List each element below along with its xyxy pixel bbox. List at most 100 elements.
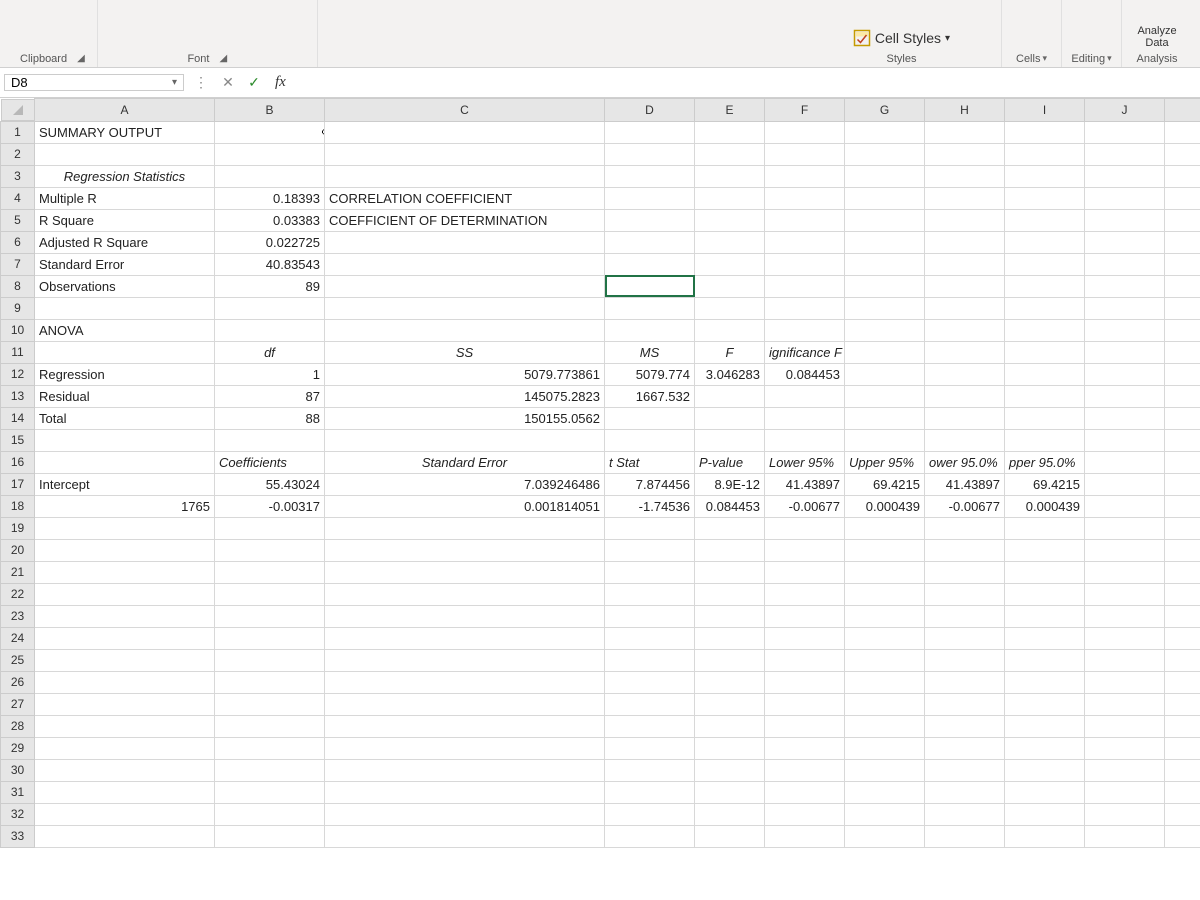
cell[interactable]: [765, 407, 845, 429]
cell[interactable]: [695, 759, 765, 781]
cell[interactable]: [605, 759, 695, 781]
cell[interactable]: [765, 649, 845, 671]
cell[interactable]: [695, 275, 765, 297]
cell[interactable]: [215, 825, 325, 847]
cell[interactable]: [215, 737, 325, 759]
cell[interactable]: [605, 561, 695, 583]
cell[interactable]: [215, 165, 325, 187]
cell[interactable]: [605, 429, 695, 451]
cell[interactable]: [1085, 363, 1165, 385]
cell[interactable]: -0.00677: [925, 495, 1005, 517]
cell[interactable]: [695, 539, 765, 561]
cell[interactable]: [325, 319, 605, 341]
cell[interactable]: [765, 165, 845, 187]
cell[interactable]: [845, 649, 925, 671]
cell[interactable]: [925, 583, 1005, 605]
cell[interactable]: [695, 297, 765, 319]
row-header[interactable]: 33: [1, 825, 35, 847]
cell[interactable]: [1005, 407, 1085, 429]
cell[interactable]: [605, 803, 695, 825]
row-header[interactable]: 6: [1, 231, 35, 253]
cell[interactable]: [1165, 341, 1200, 363]
cell[interactable]: [605, 165, 695, 187]
cell[interactable]: [1165, 209, 1200, 231]
cell[interactable]: 89: [215, 275, 325, 297]
cell[interactable]: [215, 803, 325, 825]
cell[interactable]: [925, 715, 1005, 737]
cell[interactable]: [695, 253, 765, 275]
cell[interactable]: [845, 429, 925, 451]
cell[interactable]: [325, 825, 605, 847]
cell[interactable]: [215, 693, 325, 715]
cell[interactable]: [1165, 363, 1200, 385]
cell[interactable]: [605, 649, 695, 671]
col-header[interactable]: J: [1085, 99, 1165, 122]
cell[interactable]: [845, 165, 925, 187]
fx-label[interactable]: fx: [267, 74, 294, 91]
cell[interactable]: 40.83543: [215, 253, 325, 275]
cell[interactable]: [325, 803, 605, 825]
cell[interactable]: [845, 671, 925, 693]
row-header[interactable]: 5: [1, 209, 35, 231]
cell[interactable]: [765, 517, 845, 539]
cell[interactable]: [765, 825, 845, 847]
cell[interactable]: [215, 517, 325, 539]
cell[interactable]: [765, 429, 845, 451]
cell[interactable]: 145075.2823: [325, 385, 605, 407]
cell[interactable]: [845, 605, 925, 627]
cell[interactable]: [605, 231, 695, 253]
cell[interactable]: [605, 187, 695, 209]
cell[interactable]: [325, 429, 605, 451]
cell[interactable]: [925, 143, 1005, 165]
cell[interactable]: [765, 143, 845, 165]
cell[interactable]: [695, 429, 765, 451]
cell[interactable]: [1005, 187, 1085, 209]
cell[interactable]: [695, 319, 765, 341]
row-header[interactable]: 30: [1, 759, 35, 781]
enter-button[interactable]: ✓: [241, 74, 267, 91]
cell[interactable]: 0.03383: [215, 209, 325, 231]
cell[interactable]: [35, 671, 215, 693]
cell[interactable]: [1085, 715, 1165, 737]
cell[interactable]: [925, 275, 1005, 297]
cell[interactable]: [605, 319, 695, 341]
cell[interactable]: [1085, 385, 1165, 407]
cell[interactable]: [35, 803, 215, 825]
cell[interactable]: [925, 297, 1005, 319]
cell[interactable]: 5079.774: [605, 363, 695, 385]
cell[interactable]: [845, 297, 925, 319]
cell[interactable]: [925, 605, 1005, 627]
cell[interactable]: [325, 781, 605, 803]
cell[interactable]: 88: [215, 407, 325, 429]
cell[interactable]: [1165, 121, 1200, 143]
name-box-dropdown-icon[interactable]: ▾: [172, 77, 177, 88]
cell[interactable]: [1085, 209, 1165, 231]
cell[interactable]: [215, 143, 325, 165]
cell[interactable]: [1005, 209, 1085, 231]
cell[interactable]: [325, 671, 605, 693]
cell[interactable]: Adjusted R Square: [35, 231, 215, 253]
cell[interactable]: [925, 319, 1005, 341]
cell[interactable]: [1005, 781, 1085, 803]
row-header[interactable]: 15: [1, 429, 35, 451]
cell[interactable]: Multiple R: [35, 187, 215, 209]
row-header[interactable]: 3: [1, 165, 35, 187]
cell[interactable]: 1765: [35, 495, 215, 517]
cell[interactable]: [695, 715, 765, 737]
cell[interactable]: [845, 275, 925, 297]
cell[interactable]: [1085, 737, 1165, 759]
cell[interactable]: [1085, 671, 1165, 693]
cell[interactable]: [605, 539, 695, 561]
cell[interactable]: [695, 231, 765, 253]
cell[interactable]: [325, 583, 605, 605]
cell[interactable]: [1165, 671, 1200, 693]
cell[interactable]: [695, 121, 765, 143]
cell[interactable]: [325, 539, 605, 561]
cell[interactable]: [765, 561, 845, 583]
cell[interactable]: [925, 539, 1005, 561]
cell[interactable]: [1005, 803, 1085, 825]
cell[interactable]: [765, 539, 845, 561]
cell[interactable]: [1165, 605, 1200, 627]
cell[interactable]: 0.000439: [845, 495, 925, 517]
cell[interactable]: [1085, 693, 1165, 715]
